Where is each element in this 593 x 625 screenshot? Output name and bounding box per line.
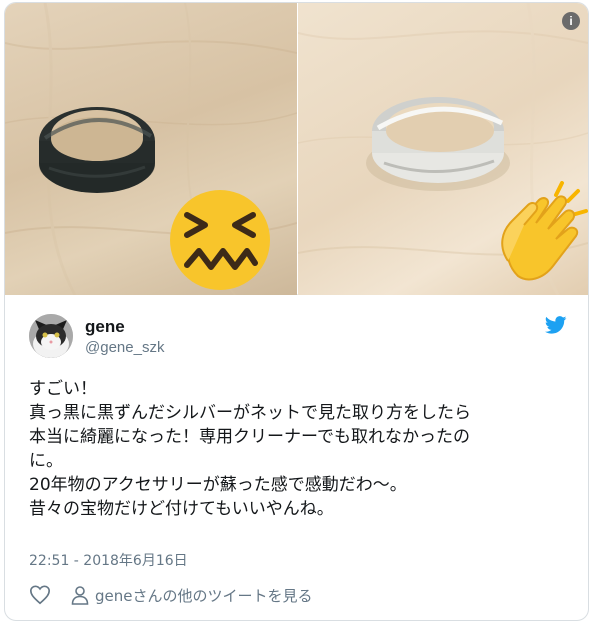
author-handle[interactable]: @gene_szk xyxy=(85,339,164,356)
person-icon xyxy=(71,586,89,605)
author-name[interactable]: gene xyxy=(85,317,125,337)
tweet-line: 本当に綺麗になった！専用クリーナーでも取れなかったの xyxy=(29,427,470,447)
tweet-line: 20年物のアクセサリーが蘇った感で感動だわ〜。 xyxy=(29,475,407,495)
clapping-hands-emoji xyxy=(501,181,588,281)
tweet-media[interactable]: i xyxy=(5,3,588,295)
heart-icon[interactable] xyxy=(29,584,51,606)
tweet-line: すごい！ xyxy=(29,379,97,399)
tweet-text: すごい！ 真っ黒に黒ずんだシルバーがネットで見た取り方をしたら 本当に綺麗になっ… xyxy=(29,377,564,521)
tweet-line: に。 xyxy=(29,451,63,471)
tweet-line: 昔々の宝物だけど付けてもいいやんね。 xyxy=(29,499,334,519)
twitter-bird-icon[interactable] xyxy=(545,316,567,334)
photo-clean-ring[interactable]: i xyxy=(298,3,588,295)
confounded-face-emoji xyxy=(170,190,270,290)
photo-tarnished-ring[interactable] xyxy=(5,3,297,295)
tweet-line: 真っ黒に黒ずんだシルバーがネットで見た取り方をしたら xyxy=(29,403,471,423)
tweet-header: gene @gene_szk xyxy=(29,314,569,364)
avatar[interactable] xyxy=(29,314,73,358)
info-icon[interactable]: i xyxy=(562,12,580,30)
tweet-timestamp[interactable]: 22:51 - 2018年6月16日 xyxy=(29,550,188,570)
tweet-actions: geneさんの他のツイートを見る xyxy=(29,581,313,609)
tweet-card: i gene @gene_szk すごい！ 真っ黒に黒ずんだシルバーがネットで見… xyxy=(4,2,589,621)
view-more-tweets-link[interactable]: geneさんの他のツイートを見る xyxy=(95,585,313,606)
cat-avatar-image xyxy=(29,314,73,358)
